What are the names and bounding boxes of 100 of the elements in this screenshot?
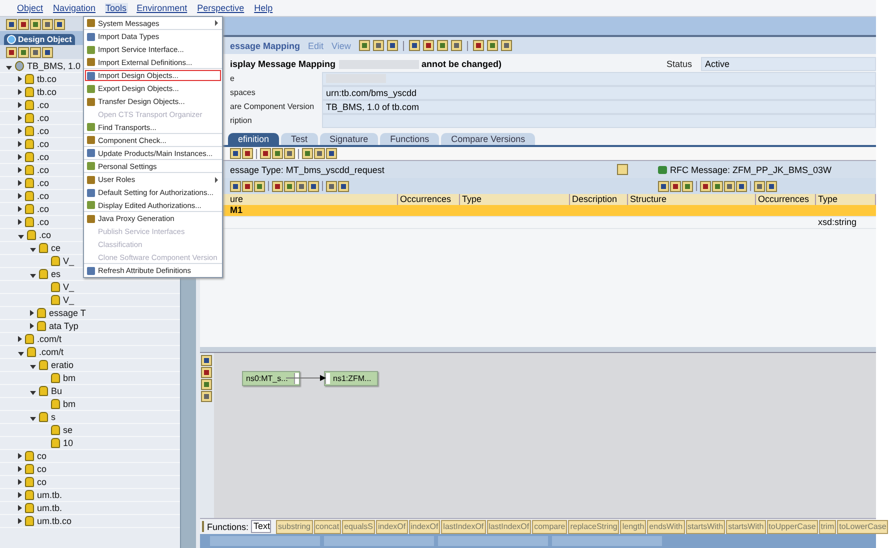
text-field[interactable]: [322, 114, 876, 128]
toolbar-button[interactable]: [6, 46, 17, 58]
toolbar-button[interactable]: [30, 46, 41, 58]
tree-item[interactable]: .co: [37, 191, 50, 201]
toolbar-button[interactable]: [314, 148, 325, 159]
tree-item[interactable]: se: [63, 425, 73, 435]
toolbar-button[interactable]: [30, 18, 41, 30]
function-button[interactable]: trim: [818, 520, 836, 534]
tree-item[interactable]: ce: [51, 243, 61, 253]
tab[interactable]: Functions: [380, 133, 440, 145]
menu-item[interactable]: Environment: [136, 3, 188, 13]
tree-item[interactable]: .co: [37, 165, 50, 175]
tree-item[interactable]: V_: [63, 256, 74, 266]
function-button[interactable]: toUpperCase: [766, 520, 818, 534]
tree-item[interactable]: .co: [37, 100, 50, 110]
toolbar-button[interactable]: [42, 18, 53, 30]
tree-item[interactable]: bm: [63, 399, 76, 409]
toolbar-button[interactable]: [386, 40, 398, 51]
tree-item[interactable]: .co: [37, 113, 50, 123]
toolbar-button[interactable]: [682, 180, 693, 192]
tree-item[interactable]: co: [37, 477, 47, 487]
function-button[interactable]: compare: [532, 520, 568, 534]
toolbar-button[interactable]: [254, 180, 265, 192]
tab[interactable]: Compare Versions: [441, 133, 536, 145]
toolbar-button[interactable]: [500, 40, 512, 51]
table-row[interactable]: xsd:string: [628, 217, 876, 229]
toolbar-button[interactable]: [284, 180, 295, 192]
toolbar-button[interactable]: [272, 148, 283, 159]
toolbar-button[interactable]: [724, 180, 735, 192]
toolbar-button[interactable]: [260, 148, 271, 159]
function-button[interactable]: startsWith: [726, 520, 766, 534]
tree-item[interactable]: V_: [63, 282, 74, 292]
toolbar-button[interactable]: [201, 355, 212, 366]
toolbar-button[interactable]: [358, 40, 370, 51]
function-button[interactable]: concat: [314, 520, 342, 534]
toolbar-button[interactable]: [712, 180, 723, 192]
toolbar-button[interactable]: [308, 180, 319, 192]
function-button[interactable]: toLowerCase: [837, 520, 888, 534]
menu-item[interactable]: Perspective: [196, 3, 246, 13]
toolbar-button[interactable]: [472, 40, 484, 51]
mapping-node[interactable]: ns1:ZFM...: [324, 371, 378, 386]
tree-item[interactable]: .co: [37, 152, 50, 162]
tree-item[interactable]: .co: [39, 230, 52, 240]
menu-item[interactable]: Help: [253, 3, 274, 13]
tree-item[interactable]: ata Typ: [49, 321, 78, 331]
tree-item[interactable]: s: [51, 412, 56, 422]
tab[interactable]: efinition: [228, 133, 280, 145]
navigator-tab[interactable]: Design Object: [4, 34, 75, 45]
toolbar-button[interactable]: [736, 180, 747, 192]
tree-item[interactable]: Bu: [51, 386, 62, 396]
toolbar-button[interactable]: [201, 391, 212, 402]
tree-item[interactable]: tb.co: [37, 74, 57, 84]
text-field[interactable]: [322, 72, 876, 86]
toolbar-button[interactable]: [242, 180, 253, 192]
tree-item[interactable]: .com/t: [39, 347, 64, 357]
tree-item[interactable]: co: [37, 451, 47, 461]
toolbar-button[interactable]: [230, 180, 241, 192]
function-button[interactable]: indexOf: [408, 520, 440, 534]
category-dropdown[interactable]: Text: [250, 520, 272, 533]
toolbar-button[interactable]: [754, 180, 765, 192]
toolbar-button[interactable]: [408, 40, 420, 51]
dropdown-button[interactable]: [617, 164, 628, 175]
toolbar-button[interactable]: [486, 40, 498, 51]
tree-item[interactable]: es: [51, 269, 61, 279]
tree-item[interactable]: .co: [37, 217, 50, 227]
toolbar-button[interactable]: [436, 40, 448, 51]
menu-item[interactable]: Tools: [104, 3, 128, 13]
toolbar-button[interactable]: [670, 180, 681, 192]
tree-item[interactable]: um.tb.: [37, 490, 62, 500]
tree-item[interactable]: 10: [63, 438, 74, 448]
function-button[interactable]: indexOf: [376, 520, 408, 534]
tree-item[interactable]: .co: [37, 178, 50, 188]
toolbar-button[interactable]: [284, 148, 295, 159]
toolbar-button[interactable]: [42, 46, 53, 58]
menu-item[interactable]: Navigation: [52, 3, 97, 13]
function-button[interactable]: replaceString: [568, 520, 620, 534]
editor-menu-item[interactable]: essage Mapping: [230, 40, 300, 50]
toolbar-button[interactable]: [326, 180, 337, 192]
function-button[interactable]: substring: [276, 520, 313, 534]
text-field[interactable]: TB_BMS, 1.0 of tb.com: [322, 100, 876, 114]
toolbar-button[interactable]: [700, 180, 711, 192]
tree-item[interactable]: um.tb.co: [37, 516, 72, 526]
toolbar-button[interactable]: [272, 180, 283, 192]
toolbar-button[interactable]: [338, 180, 349, 192]
toolbar-button[interactable]: [18, 46, 29, 58]
toolbar-button[interactable]: [658, 180, 669, 192]
toolbar-button[interactable]: [450, 40, 462, 51]
toolbar-button[interactable]: [6, 18, 17, 30]
toolbar-button[interactable]: [302, 148, 313, 159]
toolbar-button[interactable]: [242, 148, 253, 159]
tree-item[interactable]: .co: [37, 204, 50, 214]
tree-item[interactable]: bm: [63, 373, 76, 383]
toolbar-button[interactable]: [230, 148, 241, 159]
tab[interactable]: Signature: [320, 133, 378, 145]
mapping-node[interactable]: ns0:MT_s...: [242, 371, 300, 386]
tree-item[interactable]: TB_BMS, 1.0: [27, 61, 81, 71]
tree-item[interactable]: .com/t: [37, 334, 62, 344]
toolbar-button[interactable]: [201, 367, 212, 378]
toolbar-button[interactable]: [18, 18, 29, 30]
tree-item[interactable]: um.tb.: [37, 503, 62, 513]
